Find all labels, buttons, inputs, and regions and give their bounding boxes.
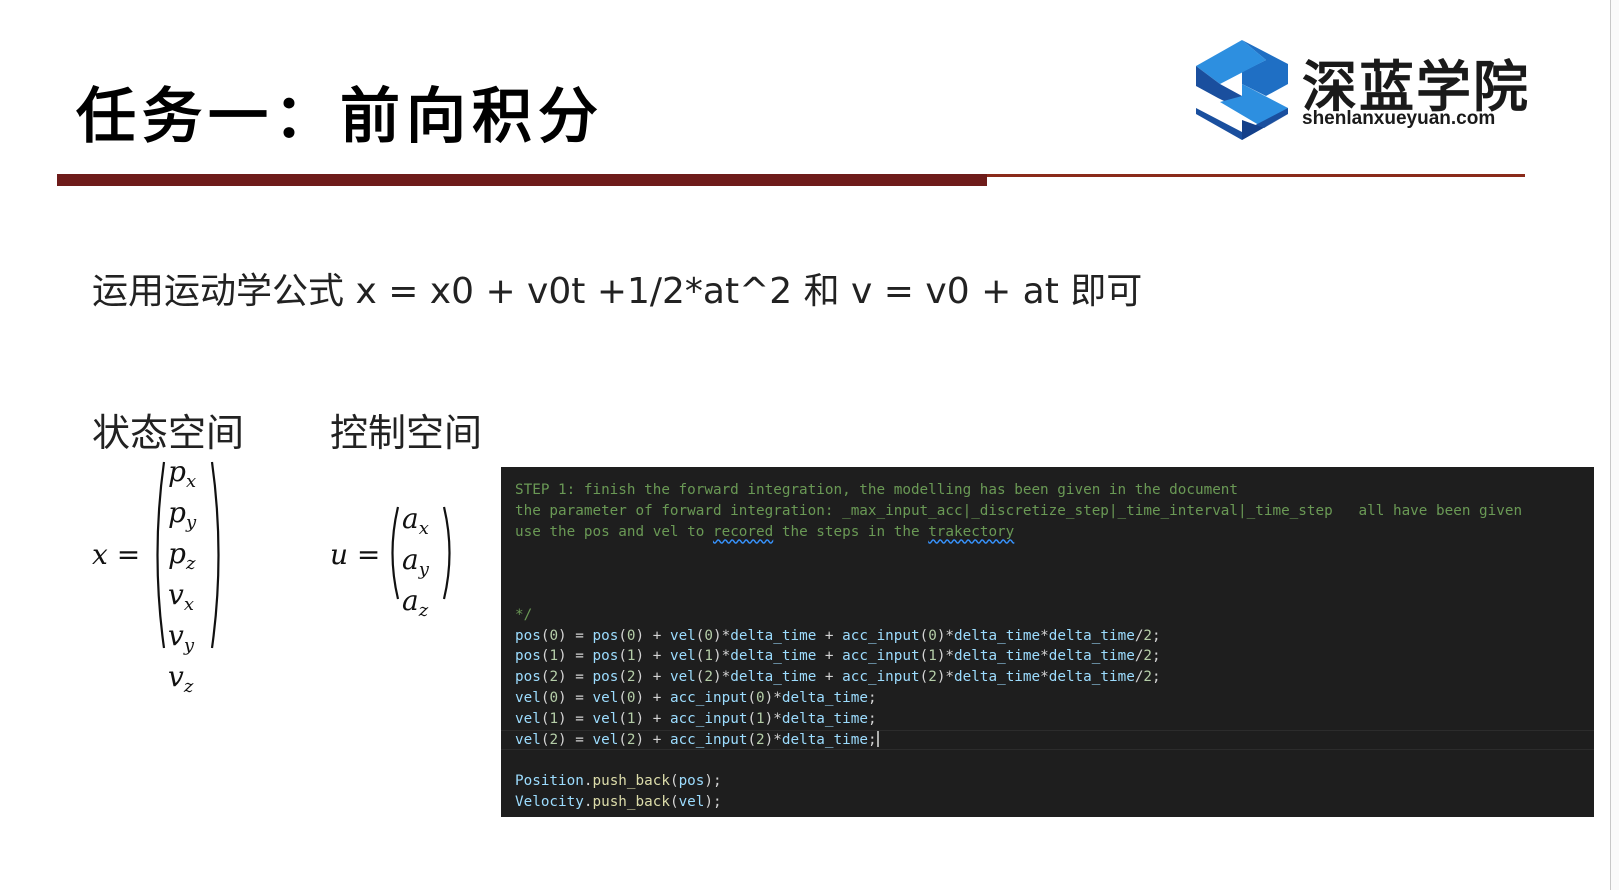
logo: 深蓝学院 shenlanxueyuan.com [1196,40,1536,145]
state-vector: x = px py pz vx vy vz [92,455,242,697]
right-paren [210,461,220,649]
code-line: pos(1) = pos(1) + vel(1)*delta_time + ac… [515,648,1161,665]
spelling-squiggle: recored [712,523,774,540]
text-cursor [876,729,879,747]
code-editor-screenshot: STEP 1: finish the forward integration, … [501,467,1594,817]
control-entry: ay [402,543,429,580]
code-line-current: vel(2) = vel(2) + acc_input(2)*delta_tim… [501,729,1594,751]
control-space-label: 控制空间 [330,411,483,455]
code-comment-line: the parameter of forward integration: _m… [515,502,1523,519]
spelling-squiggle: trakectory [928,523,1015,540]
title-rule-thick [57,174,987,186]
state-vector-lhs: x = [92,538,141,571]
control-vector: u = ax ay az [330,502,460,621]
left-paren [391,506,400,600]
window-edge [1610,0,1619,890]
code-line: Position.push_back(pos); [515,773,722,790]
code-comment-line: */ [515,606,533,623]
state-entry: py [168,496,197,533]
kinematics-formula: 运用运动学公式 x = x0 + v0t +1/2*at^2 和 v = v0 … [92,271,1143,312]
code-line: pos(2) = pos(2) + vel(2)*delta_time + ac… [515,669,1161,686]
state-entry: pz [168,537,196,574]
state-entry: vx [168,578,194,615]
state-entry: vy [168,619,194,656]
title-rule-thin [987,174,1525,177]
code-comment-line: use the pos and vel to recored the steps… [515,523,1015,540]
left-paren [156,461,166,649]
code-comment-line: STEP 1: finish the forward integration, … [515,482,1239,498]
code-line: pos(0) = pos(0) + vel(0)*delta_time + ac… [515,627,1161,644]
code-line: vel(1) = vel(1) + acc_input(1)*delta_tim… [515,710,877,727]
state-entry: vz [168,660,194,697]
logo-mark-icon [1196,40,1288,140]
slide-title: 任务一：前向积分 [76,82,604,152]
state-space-label: 状态空间 [92,411,245,455]
state-entry: px [168,455,197,492]
code-line: vel(0) = vel(0) + acc_input(0)*delta_tim… [515,689,877,706]
control-vector-lhs: u = [330,538,381,571]
logo-name-en: shenlanxueyuan.com [1302,108,1496,129]
control-entry: az [402,584,429,621]
control-entry: ax [402,502,429,539]
code-line: Velocity.push_back(vel); [515,793,722,810]
right-paren [442,506,451,600]
